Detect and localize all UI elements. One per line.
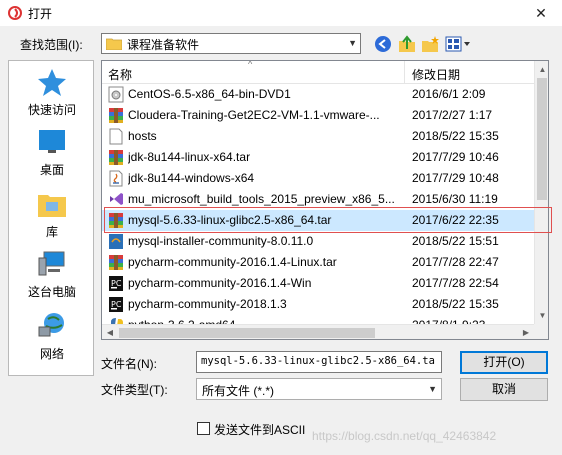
place-label: 桌面 xyxy=(39,163,64,177)
scroll-up-icon[interactable]: ▲ xyxy=(535,61,548,78)
pycharm-icon: PC xyxy=(109,297,123,312)
archive-icon xyxy=(109,108,123,123)
file-row[interactable]: PC pycharm-community-2016.1.4-Win 2017/7/2… xyxy=(102,273,534,294)
file-row[interactable]: mysql-installer-community-8.0.11.0 2018/5… xyxy=(102,231,534,252)
filetype-label: 文件类型(T): xyxy=(101,383,168,397)
column-header-name[interactable]: 名称 xyxy=(108,66,132,83)
look-in-label: 查找范围(I): xyxy=(20,38,83,52)
svg-text:PC: PC xyxy=(111,279,122,288)
folder-icon xyxy=(106,38,122,50)
horizontal-scrollbar[interactable]: ◀ ▶ xyxy=(102,324,534,339)
ascii-checkbox[interactable] xyxy=(197,422,210,435)
java-icon xyxy=(109,170,123,187)
file-name: jdk-8u144-windows-x64 xyxy=(128,171,255,185)
file-date: 2016/6/1 2:09 xyxy=(412,87,486,101)
close-button[interactable]: ✕ xyxy=(520,0,562,26)
scroll-left-icon[interactable]: ◀ xyxy=(102,325,118,339)
column-divider[interactable] xyxy=(404,61,405,83)
archive-icon xyxy=(109,150,123,165)
scroll-corner xyxy=(534,324,548,339)
disc-image-icon xyxy=(108,86,124,103)
svg-text:PC: PC xyxy=(111,300,122,309)
place-label: 网络 xyxy=(39,347,64,361)
scroll-down-icon[interactable]: ▼ xyxy=(535,307,548,324)
vertical-scroll-thumb[interactable] xyxy=(537,78,547,200)
chevron-down-icon[interactable]: ▼ xyxy=(348,38,357,48)
new-folder-icon[interactable] xyxy=(421,35,439,53)
column-header-date[interactable]: 修改日期 xyxy=(412,66,460,83)
library-icon xyxy=(38,195,66,217)
filename-label: 文件名(N): xyxy=(101,357,157,371)
file-date: 2018/5/22 15:35 xyxy=(412,129,499,143)
file-name: mu_microsoft_build_tools_2015_preview_x8… xyxy=(128,192,395,206)
horizontal-scroll-thumb[interactable] xyxy=(119,328,375,338)
file-date: 2017/7/28 22:54 xyxy=(412,276,499,290)
app-swirl-icon xyxy=(8,6,22,20)
file-date: 2018/5/22 15:51 xyxy=(412,234,499,248)
file-list[interactable]: ^ 名称 修改日期 CentOS-6.5-x86_64-bin-DVD1 2016… xyxy=(101,60,549,340)
file-name: pycharm-community-2018.1.3 xyxy=(128,297,287,311)
pycharm-icon: PC xyxy=(109,276,123,291)
file-row[interactable]: jdk-8u144-linux-x64.tar 2017/7/29 10:46 xyxy=(102,147,534,168)
places-bar: 快速访问 桌面 库 这台电脑 网络 xyxy=(8,60,94,376)
ascii-checkbox-label[interactable]: 发送文件到ASCII xyxy=(214,421,305,438)
place-library[interactable]: 库 xyxy=(9,189,95,240)
file-row[interactable]: pycharm-community-2016.1.4-Linux.tar 2017… xyxy=(102,252,534,273)
place-label: 库 xyxy=(45,225,58,239)
file-row[interactable]: Cloudera-Training-Get2EC2-VM-1.1-vmware-… xyxy=(102,105,534,126)
file-date: 2018/5/22 15:35 xyxy=(412,297,499,311)
watermark-text: https://blog.csdn.net/qq_42463842 xyxy=(312,429,497,443)
up-folder-icon[interactable] xyxy=(398,35,416,53)
file-date: 2015/6/30 11:19 xyxy=(412,192,498,206)
file-row[interactable]: hosts 2018/5/22 15:35 xyxy=(102,126,534,147)
computer-icon xyxy=(38,251,65,276)
file-icon xyxy=(109,128,123,145)
look-in-value: 课程准备软件 xyxy=(127,38,200,52)
filename-input[interactable]: mysql-5.6.33-linux-glibc2.5-x86_64.ta xyxy=(196,351,442,373)
chevron-down-icon[interactable]: ▼ xyxy=(428,384,437,394)
visual-studio-icon xyxy=(110,193,123,205)
title-bar[interactable]: 打开 ✕ xyxy=(0,0,562,26)
view-menu-icon[interactable] xyxy=(445,35,473,53)
file-name: mysql-installer-community-8.0.11.0 xyxy=(128,234,314,248)
place-desktop[interactable]: 桌面 xyxy=(9,127,95,178)
selection-highlight-box xyxy=(104,207,552,233)
file-row[interactable]: PC pycharm-community-2018.1.3 2018/5/22 15… xyxy=(102,294,534,315)
quick-access-star-icon xyxy=(38,69,66,96)
place-label: 快速访问 xyxy=(27,103,76,117)
file-date: 2017/7/29 10:46 xyxy=(412,150,499,164)
cancel-button[interactable]: 取消 xyxy=(460,378,548,401)
scroll-right-icon[interactable]: ▶ xyxy=(518,325,534,339)
file-date: 2017/7/28 22:47 xyxy=(412,255,499,269)
file-name: Cloudera-Training-Get2EC2-VM-1.1-vmware-… xyxy=(128,108,380,122)
sort-up-icon: ^ xyxy=(248,60,253,69)
file-name: pycharm-community-2016.1.4-Win xyxy=(128,276,312,290)
installer-icon xyxy=(109,234,123,249)
filetype-value: 所有文件 (*.*) xyxy=(202,384,275,398)
column-header: ^ 名称 修改日期 xyxy=(102,61,534,84)
place-this-pc[interactable]: 这台电脑 xyxy=(9,249,95,300)
file-name: jdk-8u144-linux-x64.tar xyxy=(128,150,251,164)
file-name: CentOS-6.5-x86_64-bin-DVD1 xyxy=(128,87,291,101)
file-name: pycharm-community-2016.1.4-Linux.tar xyxy=(128,255,337,269)
place-label: 这台电脑 xyxy=(27,285,76,299)
open-button[interactable]: 打开(O) xyxy=(460,351,548,374)
filetype-dropdown[interactable]: 所有文件 (*.*) ▼ xyxy=(196,378,442,400)
place-network[interactable]: 网络 xyxy=(9,311,95,362)
file-date: 2017/7/29 10:48 xyxy=(412,171,499,185)
vertical-scrollbar[interactable]: ▲ ▼ xyxy=(534,61,548,324)
window-title: 打开 xyxy=(28,7,53,21)
desktop-icon xyxy=(39,130,65,153)
archive-icon xyxy=(109,255,123,270)
file-row[interactable]: jdk-8u144-windows-x64 2017/7/29 10:48 xyxy=(102,168,534,189)
back-arrow-icon[interactable] xyxy=(374,35,392,53)
network-icon xyxy=(38,313,64,337)
look-in-dropdown[interactable]: 课程准备软件 ▼ xyxy=(101,33,361,54)
file-name: hosts xyxy=(128,129,157,143)
file-row[interactable]: CentOS-6.5-x86_64-bin-DVD1 2016/6/1 2:09 xyxy=(102,84,534,105)
file-date: 2017/2/27 1:17 xyxy=(412,108,493,122)
place-quick-access[interactable]: 快速访问 xyxy=(9,67,95,118)
